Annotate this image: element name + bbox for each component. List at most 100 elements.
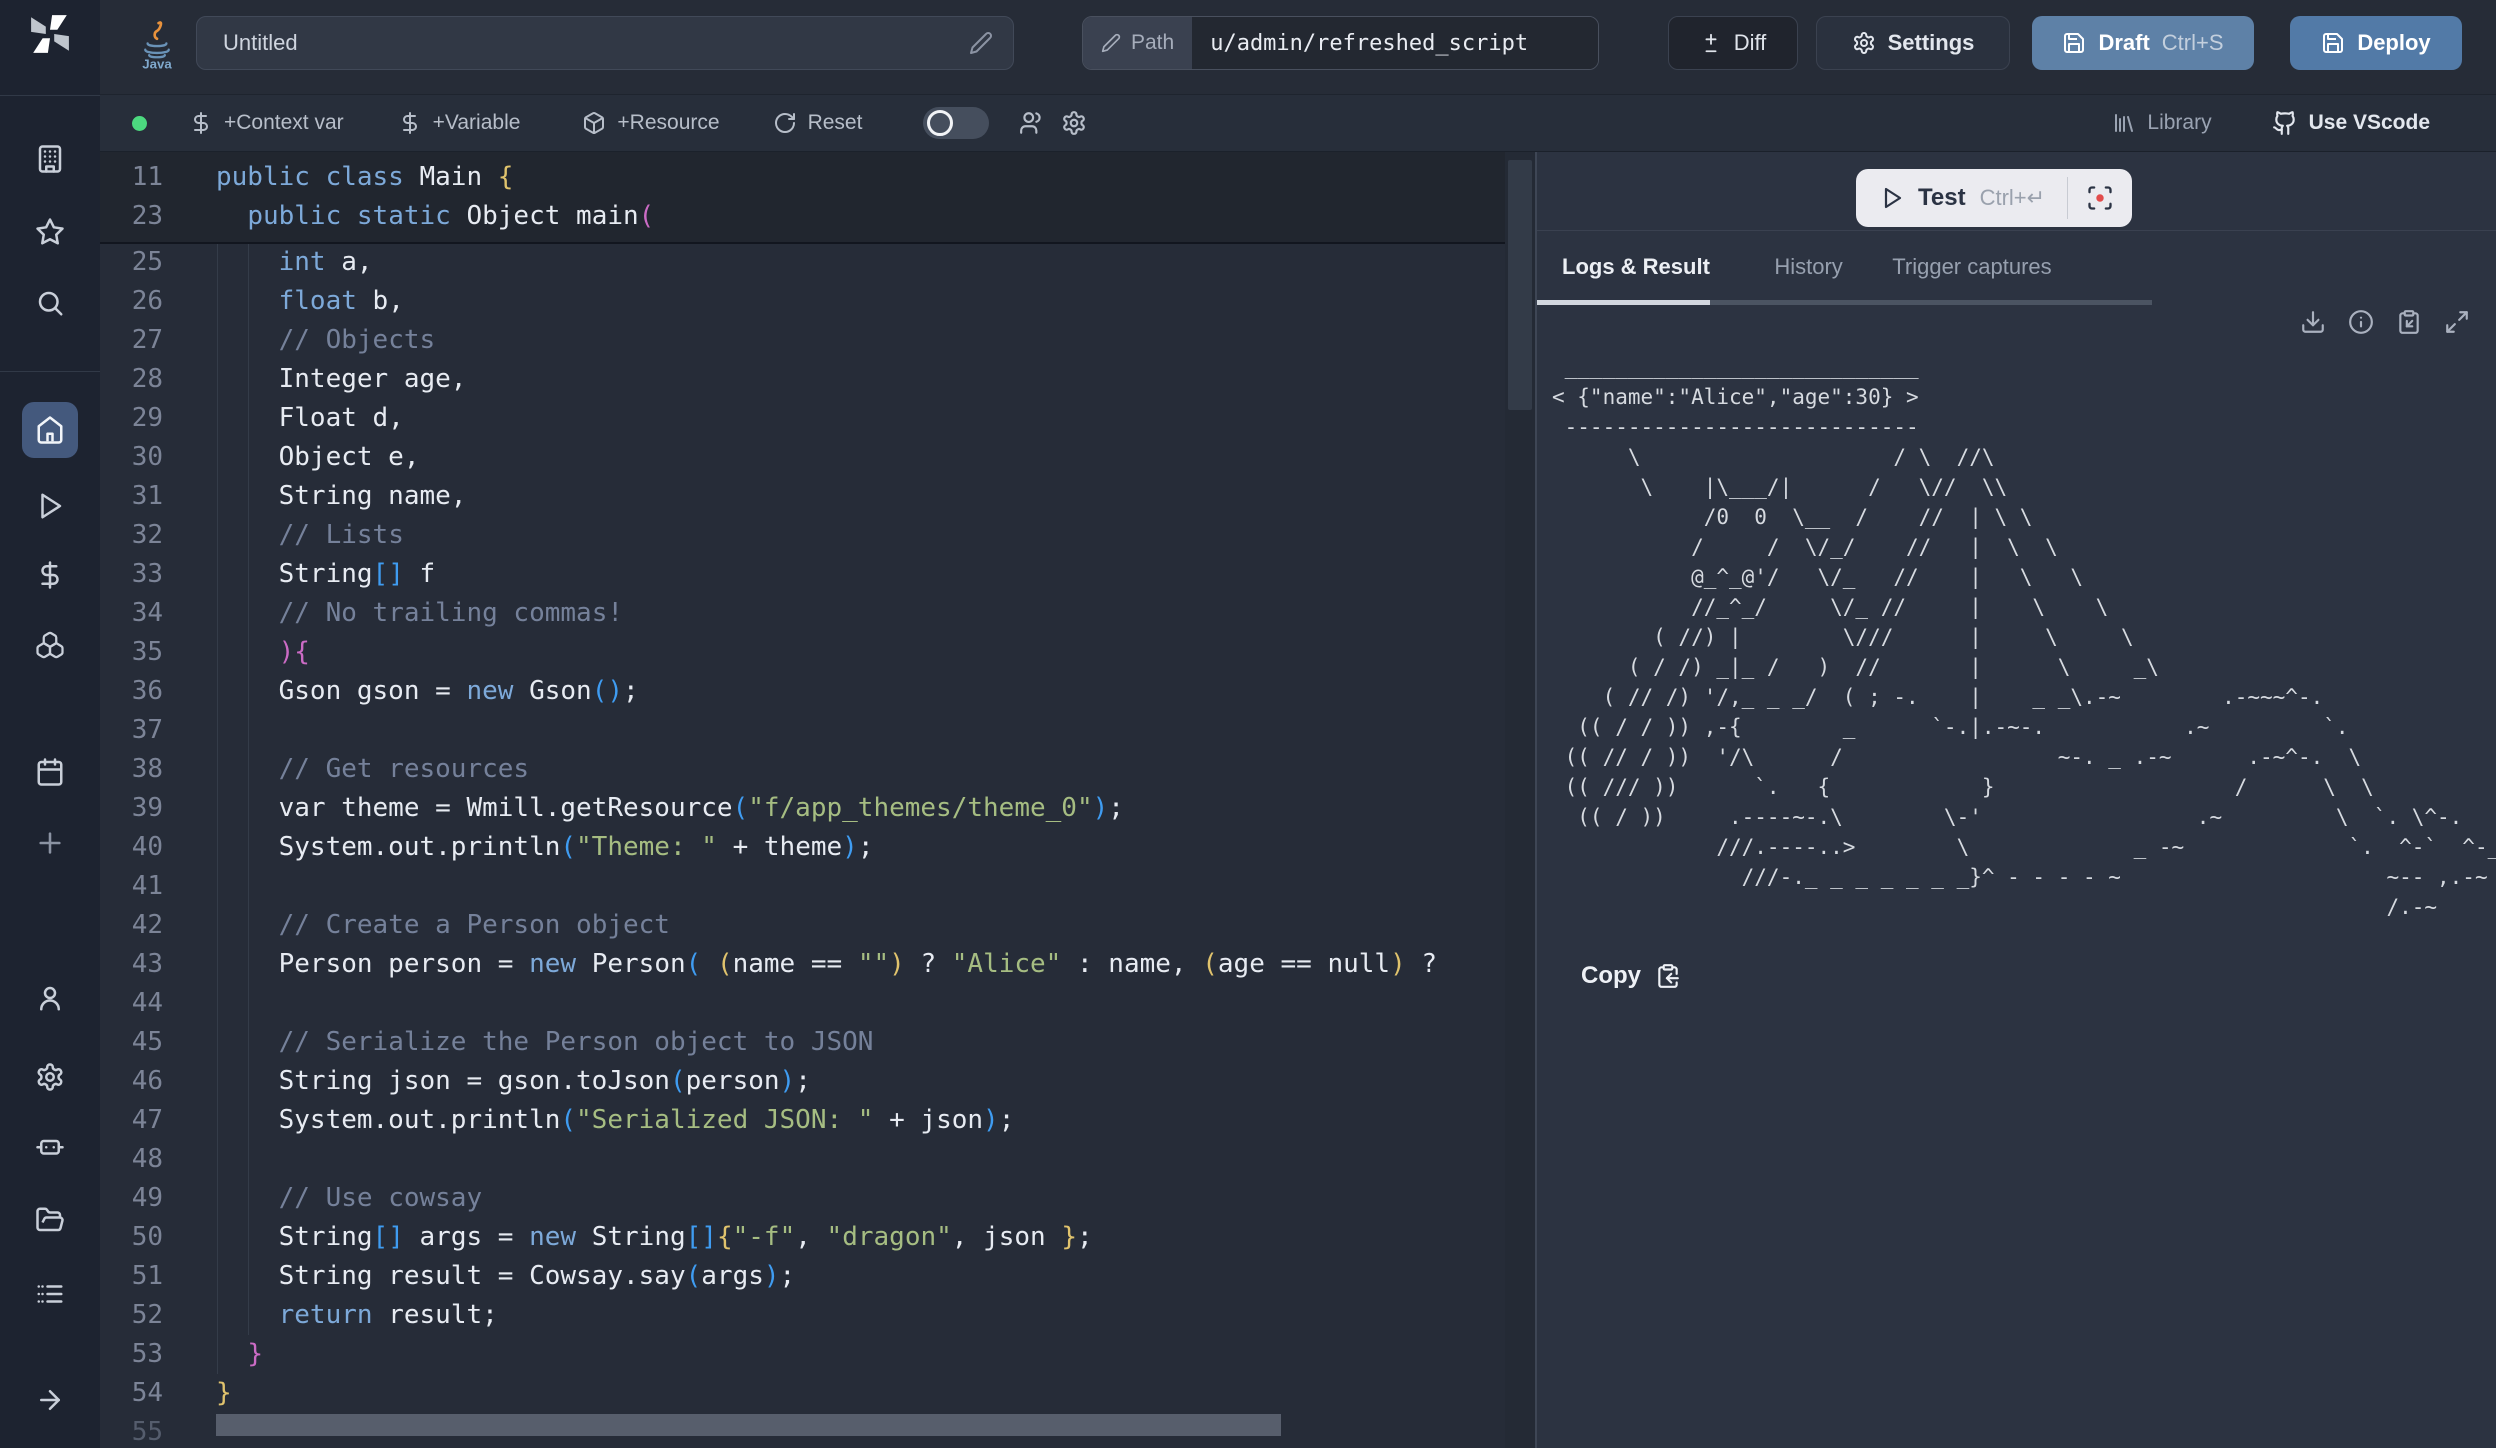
code-line[interactable]: 34 // No trailing commas! [100, 594, 1505, 633]
path-field[interactable]: Path u/admin/refreshed_script [1082, 16, 1599, 70]
download-icon[interactable] [2300, 309, 2326, 335]
add-context-var-button[interactable]: +Context var [189, 111, 344, 135]
code-line[interactable]: 32 // Lists [100, 516, 1505, 555]
code-line[interactable]: 26 float b, [100, 282, 1505, 321]
sidebar-item-schedules-icon[interactable] [28, 750, 72, 794]
indent-guide [248, 243, 249, 1335]
add-variable-label: +Variable [433, 111, 521, 135]
code-line[interactable]: 53 } [100, 1335, 1505, 1374]
sidebar-expand-arrow-icon[interactable] [28, 1378, 72, 1422]
code-line[interactable]: 52 return result; [100, 1296, 1505, 1335]
code-line[interactable]: 41 [100, 867, 1505, 906]
copy-label: Copy [1581, 962, 1641, 990]
use-vscode-button[interactable]: Use VScode [2272, 110, 2430, 136]
favorites-star-icon[interactable] [28, 210, 72, 254]
code-line[interactable]: 30 Object e, [100, 438, 1505, 477]
tab-trigger-captures[interactable]: Trigger captures [1892, 231, 2051, 305]
test-button[interactable]: Test Ctrl+↵ [1856, 184, 2067, 212]
code-line[interactable]: 28 Integer age, [100, 360, 1505, 399]
sticky-scroll-lines[interactable]: 11public class Main {23 public static Ob… [100, 152, 1505, 244]
code-line[interactable]: 47 System.out.println("Serialized JSON: … [100, 1101, 1505, 1140]
add-context-var-label: +Context var [224, 111, 344, 135]
code-line[interactable]: 29 Float d, [100, 399, 1505, 438]
code-line[interactable]: 31 String name, [100, 477, 1505, 516]
code-editor[interactable]: 11public class Main {23 public static Ob… [100, 152, 1505, 1448]
code-line[interactable]: 37 [100, 711, 1505, 750]
code-lines[interactable]: 25 int a,26 float b,27 // Objects28 Inte… [100, 243, 1505, 1448]
code-line[interactable]: 43 Person person = new Person( (name == … [100, 945, 1505, 984]
code-line[interactable]: 27 // Objects [100, 321, 1505, 360]
settings-button[interactable]: Settings [1816, 16, 2010, 70]
users-icon [1019, 110, 1045, 136]
sidebar-item-runs-icon[interactable] [28, 484, 72, 528]
sidebar-item-folders-icon[interactable] [28, 1198, 72, 1242]
sidebar-add-icon[interactable] [28, 821, 72, 865]
library-button[interactable]: Library [2112, 111, 2211, 135]
capture-icon [2086, 184, 2114, 212]
path-label-segment[interactable]: Path [1083, 17, 1192, 69]
sidebar-divider [0, 371, 100, 372]
code-line[interactable]: 51 String result = Cowsay.say(args); [100, 1257, 1505, 1296]
horizontal-scrollbar-thumb[interactable] [216, 1414, 1281, 1436]
code-line[interactable]: 36 Gson gson = new Gson(); [100, 672, 1505, 711]
code-line[interactable]: 23 public static Object main( [100, 197, 1505, 236]
sidebar-item-workers-bot-icon[interactable] [28, 1124, 72, 1168]
add-resource-button[interactable]: +Resource [582, 111, 719, 135]
code-line[interactable]: 39 var theme = Wmill.getResource("f/app_… [100, 789, 1505, 828]
capture-scope-button[interactable] [2068, 184, 2132, 212]
add-resource-label: +Resource [617, 111, 719, 135]
maximize-icon[interactable] [2444, 309, 2470, 335]
code-line[interactable]: 33 String[] f [100, 555, 1505, 594]
code-line[interactable]: 45 // Serialize the Person object to JSO… [100, 1023, 1505, 1062]
github-icon [2272, 110, 2298, 136]
tab-history[interactable]: History [1774, 231, 1842, 305]
workspace-building-icon[interactable] [28, 137, 72, 181]
sidebar-item-home-icon[interactable] [22, 402, 78, 458]
copy-result-button[interactable]: Copy [1581, 962, 1681, 990]
path-value[interactable]: u/admin/refreshed_script [1192, 17, 1598, 69]
diff-button-label: Diff [1734, 30, 1767, 56]
code-line[interactable]: 54} [100, 1374, 1505, 1413]
code-line[interactable]: 11public class Main { [100, 158, 1505, 197]
sidebar-item-variables-icon[interactable] [28, 553, 72, 597]
add-variable-button[interactable]: +Variable [398, 111, 521, 135]
code-line[interactable]: 40 System.out.println("Theme: " + theme)… [100, 828, 1505, 867]
code-line[interactable]: 50 String[] args = new String[]{"-f", "d… [100, 1218, 1505, 1257]
users-icon-button[interactable] [1019, 110, 1045, 136]
windmill-logo-icon[interactable] [28, 12, 72, 56]
script-title-input[interactable]: Untitled [196, 16, 1014, 70]
test-header: Test Ctrl+↵ [1537, 152, 2496, 231]
draft-button[interactable]: Draft Ctrl+S [2032, 16, 2254, 70]
code-line[interactable]: 25 int a, [100, 243, 1505, 282]
deploy-button-label: Deploy [2357, 30, 2430, 56]
code-line[interactable]: 38 // Get resources [100, 750, 1505, 789]
code-line[interactable]: 48 [100, 1140, 1505, 1179]
editor-settings-gear-button[interactable] [1061, 110, 1087, 136]
code-line[interactable]: 46 String json = gson.toJson(person); [100, 1062, 1505, 1101]
sidebar-item-settings-gear-icon[interactable] [28, 1055, 72, 1099]
editor-toolbar: +Context var +Variable +Resource Reset L… [100, 95, 2496, 152]
use-vscode-label: Use VScode [2309, 111, 2430, 135]
sidebar-item-user-icon[interactable] [28, 976, 72, 1020]
clipboard-paste-icon[interactable] [2396, 309, 2422, 335]
reset-button[interactable]: Reset [773, 111, 863, 135]
code-line[interactable]: 44 [100, 984, 1505, 1023]
diff-button[interactable]: Diff [1668, 16, 1798, 70]
code-line[interactable]: 42 // Create a Person object [100, 906, 1505, 945]
info-icon[interactable] [2348, 309, 2374, 335]
code-line[interactable]: 49 // Use cowsay [100, 1179, 1505, 1218]
test-button-group: Test Ctrl+↵ [1856, 169, 2132, 227]
refresh-icon [773, 111, 797, 135]
edit-title-pencil-icon[interactable] [969, 31, 993, 55]
result-ascii-output: ____________________________ < {"name":"… [1552, 352, 2496, 922]
path-label: Path [1131, 31, 1174, 55]
search-icon[interactable] [28, 281, 72, 325]
status-dot [132, 116, 147, 131]
vertical-scrollbar-thumb[interactable] [1508, 160, 1532, 410]
deploy-button[interactable]: Deploy [2290, 16, 2462, 70]
tab-logs-result[interactable]: Logs & Result [1537, 231, 1710, 305]
sidebar-item-audit-list-icon[interactable] [28, 1272, 72, 1316]
code-line[interactable]: 35 ){ [100, 633, 1505, 672]
sidebar-item-resources-icon[interactable] [28, 623, 72, 667]
assistant-toggle[interactable] [923, 107, 989, 139]
